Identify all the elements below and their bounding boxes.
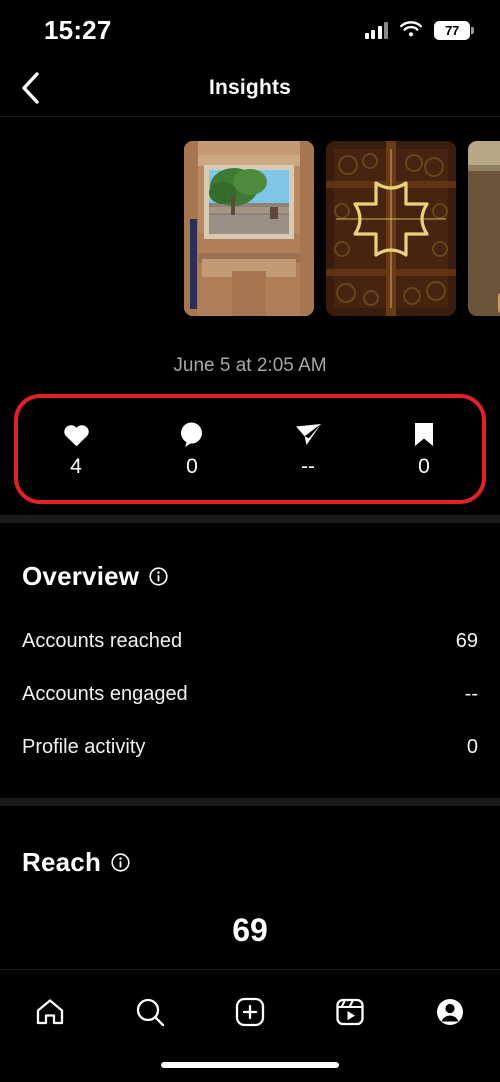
saves-value: 0: [418, 455, 430, 478]
reach-section: Reach 69: [0, 806, 500, 949]
status-indicators: 77: [364, 20, 474, 40]
row-value: 69: [455, 630, 478, 652]
overview-title: Overview: [22, 561, 140, 591]
engagement-likes[interactable]: 4: [18, 421, 134, 477]
info-icon[interactable]: [149, 567, 168, 586]
engagement-comments[interactable]: 0: [134, 421, 250, 477]
engagement-row: 4 0 -- 0: [18, 398, 482, 500]
section-divider-1: [0, 515, 500, 523]
thumbnail-interior-window[interactable]: [468, 141, 500, 316]
tab-home[interactable]: [0, 986, 100, 1038]
section-divider-2: [0, 798, 500, 806]
overview-row-accounts-engaged[interactable]: Accounts engaged --: [22, 668, 478, 721]
battery-level: 77: [445, 22, 459, 38]
row-value: --: [464, 683, 478, 705]
row-label: Accounts engaged: [22, 683, 188, 705]
shares-value: --: [301, 455, 315, 478]
back-button[interactable]: [8, 66, 52, 110]
heart-icon: [63, 421, 90, 447]
wifi-icon: [399, 21, 423, 39]
reach-header: Reach: [22, 847, 478, 878]
create-icon: [235, 997, 265, 1027]
status-bar: 15:27 77: [0, 0, 500, 60]
overview-rows: Accounts reached 69 Accounts engaged -- …: [22, 615, 478, 774]
likes-value: 4: [70, 455, 82, 478]
cellular-signal-icon: [364, 21, 388, 39]
media-carousel[interactable]: [0, 117, 500, 340]
tab-profile[interactable]: [400, 986, 500, 1038]
bottom-tab-bar: [0, 969, 500, 1082]
thumbnail-stone-window[interactable]: [184, 141, 314, 316]
home-indicator: [161, 1062, 339, 1068]
overview-row-profile-activity[interactable]: Profile activity 0: [22, 721, 478, 774]
reach-value: 69: [232, 912, 268, 948]
share-icon: [295, 421, 322, 447]
overview-section: Overview Accounts reached 69 Accounts en…: [0, 523, 500, 774]
chevron-left-icon: [22, 72, 39, 104]
tab-reels[interactable]: [300, 986, 400, 1038]
post-date: June 5 at 2:05 AM: [173, 355, 327, 376]
comment-icon: [179, 421, 205, 447]
thumbnail-wooden-door-cross[interactable]: [326, 141, 456, 316]
reels-icon: [336, 998, 364, 1026]
info-icon[interactable]: [111, 853, 130, 872]
engagement-highlight-box: 4 0 -- 0: [14, 394, 486, 504]
engagement-saves[interactable]: 0: [366, 421, 482, 477]
battery-icon: 77: [434, 20, 474, 40]
overview-row-accounts-reached[interactable]: Accounts reached 69: [22, 615, 478, 668]
bookmark-icon: [414, 421, 434, 447]
profile-icon: [437, 999, 463, 1025]
row-label: Profile activity: [22, 736, 146, 758]
comments-value: 0: [186, 455, 198, 478]
search-icon: [136, 998, 165, 1027]
overview-header: Overview: [22, 561, 478, 592]
instagram-insights-screen: 15:27 77 Insights June 5 at 2:05 AM 4 0 …: [0, 0, 500, 1082]
home-icon: [36, 999, 64, 1025]
nav-header: Insights: [0, 60, 500, 117]
status-time: 15:27: [44, 14, 112, 45]
engagement-shares[interactable]: --: [250, 421, 366, 477]
tab-search[interactable]: [100, 986, 200, 1038]
row-value: 0: [466, 736, 478, 758]
row-label: Accounts reached: [22, 630, 183, 652]
tab-create[interactable]: [200, 986, 300, 1038]
page-title: Insights: [208, 76, 292, 99]
reach-title: Reach: [22, 847, 102, 877]
